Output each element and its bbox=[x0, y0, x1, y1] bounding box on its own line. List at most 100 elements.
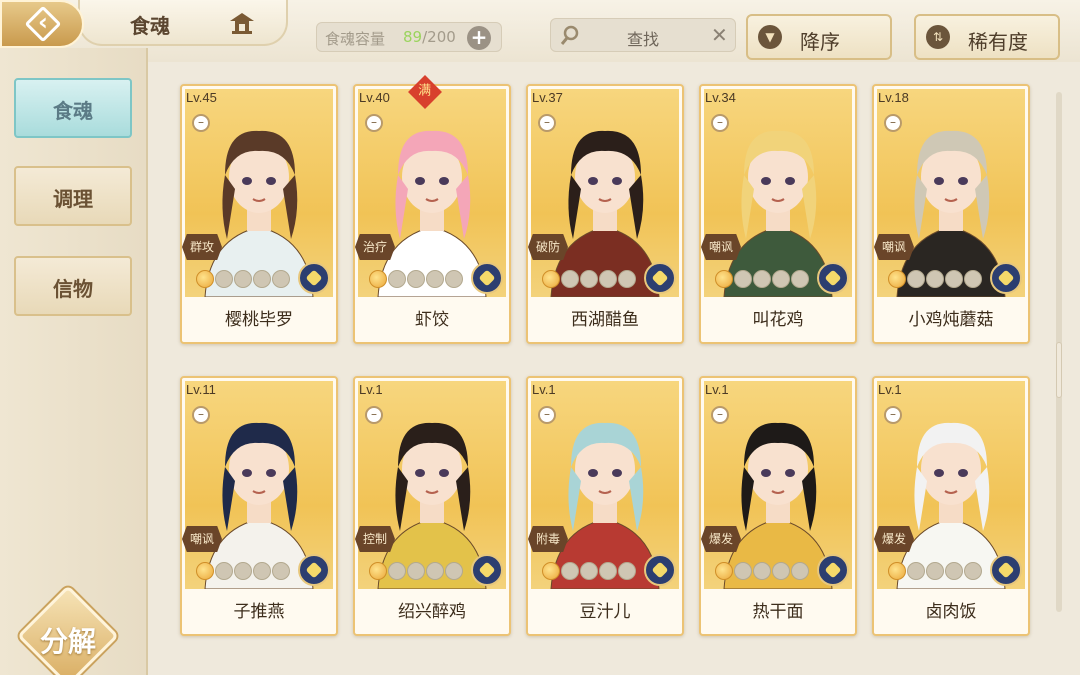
role-badge: 附毒 bbox=[528, 526, 568, 552]
star-icon bbox=[196, 562, 214, 580]
star-icon bbox=[599, 270, 617, 288]
character-name: 虾饺 bbox=[355, 300, 509, 340]
triangle-down-icon: ▼ bbox=[758, 25, 782, 49]
food-soul-card[interactable]: Lv.18 – 嘲讽 小鸡炖蘑菇 bbox=[872, 84, 1030, 344]
level-label: Lv.1 bbox=[359, 382, 383, 397]
star-icon bbox=[561, 270, 579, 288]
star-icon bbox=[561, 562, 579, 580]
star-icon bbox=[945, 562, 963, 580]
sort-rarity-button[interactable]: ⇅ 稀有度 bbox=[914, 14, 1060, 60]
role-badge: 破防 bbox=[528, 234, 568, 260]
star-rating bbox=[542, 562, 637, 584]
max-level-label: 满 bbox=[418, 83, 432, 99]
star-icon bbox=[791, 270, 809, 288]
back-button[interactable]: ‹ bbox=[0, 0, 84, 48]
character-name: 叫花鸡 bbox=[701, 300, 855, 340]
level-label: Lv.1 bbox=[532, 382, 556, 397]
decompose-button[interactable]: 分解 bbox=[17, 585, 119, 675]
title-tab bbox=[78, 0, 288, 46]
lock-toggle-icon[interactable]: – bbox=[192, 114, 210, 132]
star-icon bbox=[945, 270, 963, 288]
scrollbar[interactable] bbox=[1056, 92, 1062, 612]
food-soul-card[interactable]: Lv.1 – 附毒豆汁儿 bbox=[526, 376, 684, 636]
sidebar-tab-tokens[interactable]: 信物 bbox=[14, 256, 132, 316]
star-icon bbox=[369, 270, 387, 288]
star-icon bbox=[407, 270, 425, 288]
sidebar-tab-label: 调理 bbox=[53, 187, 93, 211]
star-icon bbox=[753, 270, 771, 288]
level-label: Lv.1 bbox=[878, 382, 902, 397]
lock-toggle-icon[interactable]: – bbox=[365, 406, 383, 424]
lock-toggle-icon[interactable]: – bbox=[365, 114, 383, 132]
star-icon bbox=[734, 270, 752, 288]
star-icon bbox=[445, 562, 463, 580]
star-icon bbox=[272, 562, 290, 580]
element-emblem-icon bbox=[298, 262, 330, 294]
star-icon bbox=[926, 562, 944, 580]
food-soul-card[interactable]: Lv.45 – 群攻 樱桃毕罗 bbox=[180, 84, 338, 344]
lock-toggle-icon[interactable]: – bbox=[711, 406, 729, 424]
star-rating bbox=[369, 270, 464, 292]
search-input[interactable]: 查找 ✕ bbox=[550, 18, 736, 52]
sort-order-button[interactable]: ▼ 降序 bbox=[746, 14, 892, 60]
pavilion-icon[interactable] bbox=[228, 10, 256, 36]
food-soul-card[interactable]: Lv.40 – 满治疗 虾饺 bbox=[353, 75, 511, 344]
star-icon bbox=[618, 562, 636, 580]
star-icon bbox=[907, 562, 925, 580]
level-label: Lv.45 bbox=[186, 90, 217, 105]
food-soul-card[interactable]: Lv.1 – 爆发热干面 bbox=[699, 376, 857, 636]
sidebar-tab-food-souls[interactable]: 食魂 bbox=[14, 78, 132, 138]
role-badge: 爆发 bbox=[874, 526, 914, 552]
scrollbar-thumb[interactable] bbox=[1056, 342, 1062, 398]
lock-toggle-icon[interactable]: – bbox=[884, 406, 902, 424]
food-soul-card[interactable]: Lv.1 – 爆发 卤肉饭 bbox=[872, 376, 1030, 636]
star-icon bbox=[542, 270, 560, 288]
lock-toggle-icon[interactable]: – bbox=[192, 406, 210, 424]
capacity-display: 食魂容量 89/200 + bbox=[316, 22, 502, 52]
close-icon[interactable]: ✕ bbox=[711, 23, 728, 47]
food-soul-card[interactable]: Lv.34 – 嘲讽 叫花鸡 bbox=[699, 84, 857, 344]
element-emblem-icon bbox=[471, 262, 503, 294]
character-name: 绍兴醉鸡 bbox=[355, 592, 509, 632]
element-emblem-icon bbox=[298, 554, 330, 586]
sidebar-tab-conditioning[interactable]: 调理 bbox=[14, 166, 132, 226]
element-emblem-icon bbox=[644, 554, 676, 586]
sidebar-tab-label: 食魂 bbox=[53, 99, 93, 123]
chevron-left-icon: ‹ bbox=[38, 8, 48, 36]
food-soul-card[interactable]: Lv.37 – 破防 西湖醋鱼 bbox=[526, 84, 684, 344]
element-emblem-icon bbox=[990, 262, 1022, 294]
role-badge: 爆发 bbox=[701, 526, 741, 552]
lock-toggle-icon[interactable]: – bbox=[538, 114, 556, 132]
level-label: Lv.34 bbox=[705, 90, 736, 105]
star-rating bbox=[888, 270, 983, 292]
sort-rarity-label: 稀有度 bbox=[968, 30, 1028, 54]
level-label: Lv.1 bbox=[705, 382, 729, 397]
character-name: 西湖醋鱼 bbox=[528, 300, 682, 340]
food-soul-card[interactable]: Lv.1 – 控制 绍兴醉鸡 bbox=[353, 376, 511, 636]
star-icon bbox=[253, 562, 271, 580]
add-capacity-button[interactable]: + bbox=[467, 26, 491, 50]
decompose-label: 分解 bbox=[39, 625, 96, 658]
character-name: 小鸡炖蘑菇 bbox=[874, 300, 1028, 340]
star-icon bbox=[907, 270, 925, 288]
level-label: Lv.18 bbox=[878, 90, 909, 105]
level-label: Lv.40 bbox=[359, 90, 390, 105]
star-icon bbox=[888, 270, 906, 288]
lock-toggle-icon[interactable]: – bbox=[538, 406, 556, 424]
star-icon bbox=[215, 270, 233, 288]
star-icon bbox=[715, 270, 733, 288]
food-soul-card[interactable]: Lv.11 – 嘲讽 子推燕 bbox=[180, 376, 338, 636]
star-icon bbox=[445, 270, 463, 288]
character-name: 豆汁儿 bbox=[528, 592, 682, 632]
character-name: 热干面 bbox=[701, 592, 855, 632]
page-title: 食魂 bbox=[130, 14, 170, 38]
star-icon bbox=[407, 562, 425, 580]
role-badge: 群攻 bbox=[182, 234, 222, 260]
star-icon bbox=[964, 270, 982, 288]
lock-toggle-icon[interactable]: – bbox=[884, 114, 902, 132]
star-icon bbox=[791, 562, 809, 580]
food-soul-grid: Lv.45 – 群攻 樱桃毕罗 Lv.40 – 满治疗 虾饺 Lv.37 – 破防 西湖醋鱼 Lv.34… bbox=[148, 62, 1080, 675]
star-rating bbox=[888, 562, 983, 584]
lock-toggle-icon[interactable]: – bbox=[711, 114, 729, 132]
sort-order-label: 降序 bbox=[800, 30, 840, 54]
